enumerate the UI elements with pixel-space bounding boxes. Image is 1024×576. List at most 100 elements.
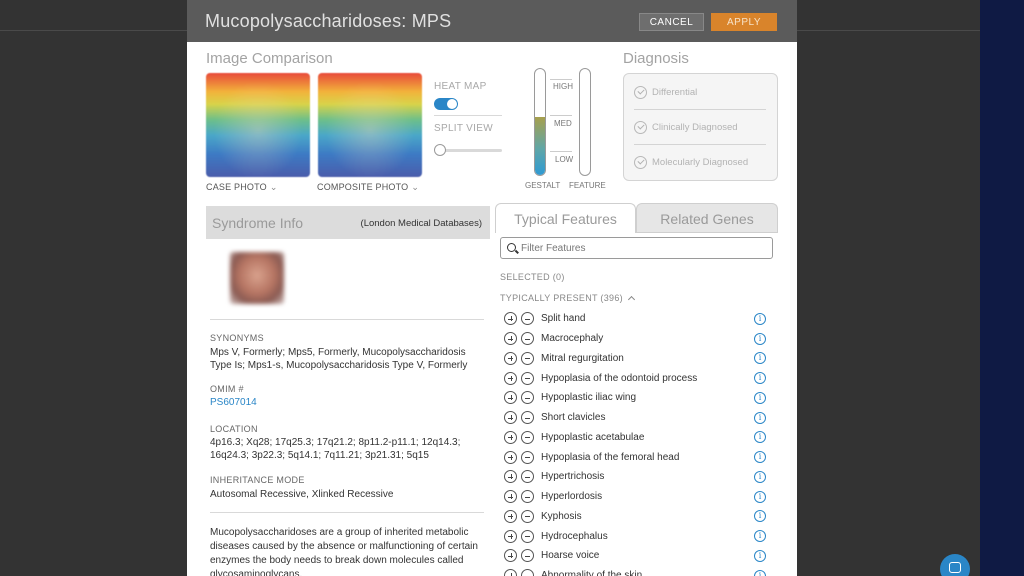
feature-gauge: [579, 68, 591, 176]
feature-name: Mitral regurgitation: [541, 352, 624, 364]
apply-button[interactable]: APPLY: [711, 13, 777, 31]
composite-photo-label: COMPOSITE PHOTO: [317, 182, 409, 192]
remove-circle-icon[interactable]: [521, 549, 534, 563]
add-circle-icon[interactable]: [504, 569, 517, 576]
info-icon[interactable]: i: [754, 490, 766, 503]
info-icon[interactable]: i: [754, 332, 766, 345]
remove-circle-icon[interactable]: [521, 371, 534, 385]
feature-row: Hypoplastic acetabulae i: [504, 428, 770, 448]
tab-typical-features[interactable]: Typical Features: [495, 203, 636, 233]
feature-row: Hyperlordosis i: [504, 487, 770, 507]
info-icon[interactable]: i: [754, 530, 766, 543]
feature-name: Hoarse voice: [541, 550, 600, 562]
info-icon[interactable]: i: [754, 451, 766, 464]
modal-header: Mucopolysaccharidoses: MPS CANCEL APPLY: [187, 0, 797, 42]
cancel-button[interactable]: CANCEL: [639, 13, 704, 31]
remove-circle-icon[interactable]: [521, 332, 534, 346]
info-icon[interactable]: i: [754, 510, 766, 523]
feature-name: Macrocephaly: [541, 333, 604, 345]
add-circle-icon[interactable]: [504, 549, 517, 563]
remove-circle-icon[interactable]: [521, 509, 534, 523]
chevron-down-icon: ⌄: [269, 182, 278, 192]
feature-row: Abnormality of the skin i: [504, 566, 770, 576]
typically-present-toggle[interactable]: TYPICALLY PRESENT (396): [500, 293, 635, 304]
info-icon[interactable]: i: [754, 549, 766, 562]
synonyms-text: Mps V, Formerly; Mps5, Formerly, Mucopol…: [210, 347, 468, 371]
info-icon[interactable]: i: [754, 372, 766, 385]
feature-row: Kyphosis i: [504, 507, 770, 527]
modal-title: Mucopolysaccharidoses: MPS: [205, 10, 452, 31]
search-icon: [507, 243, 516, 252]
diagnosis-option-differential[interactable]: Differential: [634, 86, 697, 99]
case-photo-label: CASE PHOTO: [206, 182, 267, 192]
composite-photo-select[interactable]: COMPOSITE PHOTO ⌄: [317, 182, 419, 193]
diagnosis-option-clinically[interactable]: Clinically Diagnosed: [634, 121, 738, 134]
add-circle-icon[interactable]: [504, 450, 517, 464]
location-label: LOCATION: [210, 424, 258, 434]
remove-circle-icon[interactable]: [521, 470, 534, 484]
tab-related-genes[interactable]: Related Genes: [636, 203, 778, 233]
remove-circle-icon[interactable]: [521, 411, 534, 425]
info-icon[interactable]: i: [754, 431, 766, 444]
case-photo-select[interactable]: CASE PHOTO ⌄: [206, 182, 278, 193]
typically-present-label: TYPICALLY PRESENT (396): [500, 293, 623, 303]
add-circle-icon[interactable]: [504, 470, 517, 484]
check-circle-icon: [634, 86, 647, 99]
filter-features-input[interactable]: [521, 241, 766, 256]
add-circle-icon[interactable]: [504, 430, 517, 444]
gestalt-label: GESTALT: [525, 181, 561, 190]
diagnosis-option-label: Molecularly Diagnosed: [652, 157, 749, 168]
add-circle-icon[interactable]: [504, 509, 517, 523]
diagnosis-option-molecularly[interactable]: Molecularly Diagnosed: [634, 156, 748, 169]
remove-circle-icon[interactable]: [521, 430, 534, 444]
omim-link[interactable]: PS607014: [210, 397, 257, 408]
add-circle-icon[interactable]: [504, 332, 517, 346]
info-icon[interactable]: i: [754, 391, 766, 404]
remove-circle-icon[interactable]: [521, 490, 534, 504]
gauge-med-label: MED: [554, 119, 572, 128]
feature-row: Hypoplasia of the odontoid process i: [504, 368, 770, 388]
info-icon[interactable]: i: [754, 470, 766, 483]
inheritance-label: INHERITANCE MODE: [210, 475, 305, 485]
info-icon[interactable]: i: [754, 312, 766, 325]
gestalt-gauge: [534, 68, 546, 176]
chat-launcher-button[interactable]: [940, 554, 970, 576]
add-circle-icon[interactable]: [504, 529, 517, 543]
syndrome-info-title: Syndrome Info: [212, 215, 304, 231]
add-circle-icon[interactable]: [504, 490, 517, 504]
remove-circle-icon[interactable]: [521, 351, 534, 365]
syndrome-info-source: (London Medical Databases): [360, 218, 482, 229]
gauge-low-label: LOW: [555, 155, 574, 164]
remove-circle-icon[interactable]: [521, 450, 534, 464]
syndrome-info-header: Syndrome Info (London Medical Databases): [206, 206, 490, 239]
info-icon[interactable]: i: [754, 352, 766, 365]
feature-row: Hypoplastic iliac wing i: [504, 388, 770, 408]
add-circle-icon[interactable]: [504, 411, 517, 425]
remove-circle-icon[interactable]: [521, 529, 534, 543]
omim-label: OMIM #: [210, 384, 244, 394]
remove-circle-icon[interactable]: [521, 312, 534, 326]
info-icon[interactable]: i: [754, 411, 766, 424]
add-circle-icon[interactable]: [504, 312, 517, 326]
backdrop-side-panel: [980, 0, 1024, 576]
control-divider: [434, 115, 502, 116]
toggle-knob: [447, 99, 457, 109]
gauge-tick-line: [550, 79, 572, 80]
add-circle-icon[interactable]: [504, 391, 517, 405]
feature-name: Split hand: [541, 313, 586, 325]
diagnosis-option-label: Differential: [652, 87, 698, 98]
diagnosis-option-label: Clinically Diagnosed: [652, 122, 738, 133]
add-circle-icon[interactable]: [504, 351, 517, 365]
split-view-slider-handle[interactable]: [434, 144, 446, 156]
chevron-down-icon: ⌄: [411, 182, 420, 192]
feature-list: Split hand i Macrocephaly i Mitral regurgita…: [504, 309, 770, 576]
gauge-tick-line: [550, 151, 572, 152]
add-circle-icon[interactable]: [504, 371, 517, 385]
remove-circle-icon[interactable]: [521, 569, 534, 576]
heat-map-toggle[interactable]: [434, 98, 458, 110]
synonyms-label: SYNONYMS: [210, 333, 264, 343]
feature-row: Hypertrichosis i: [504, 467, 770, 487]
syndrome-photo: [230, 252, 284, 304]
info-icon[interactable]: i: [754, 569, 766, 576]
remove-circle-icon[interactable]: [521, 391, 534, 405]
